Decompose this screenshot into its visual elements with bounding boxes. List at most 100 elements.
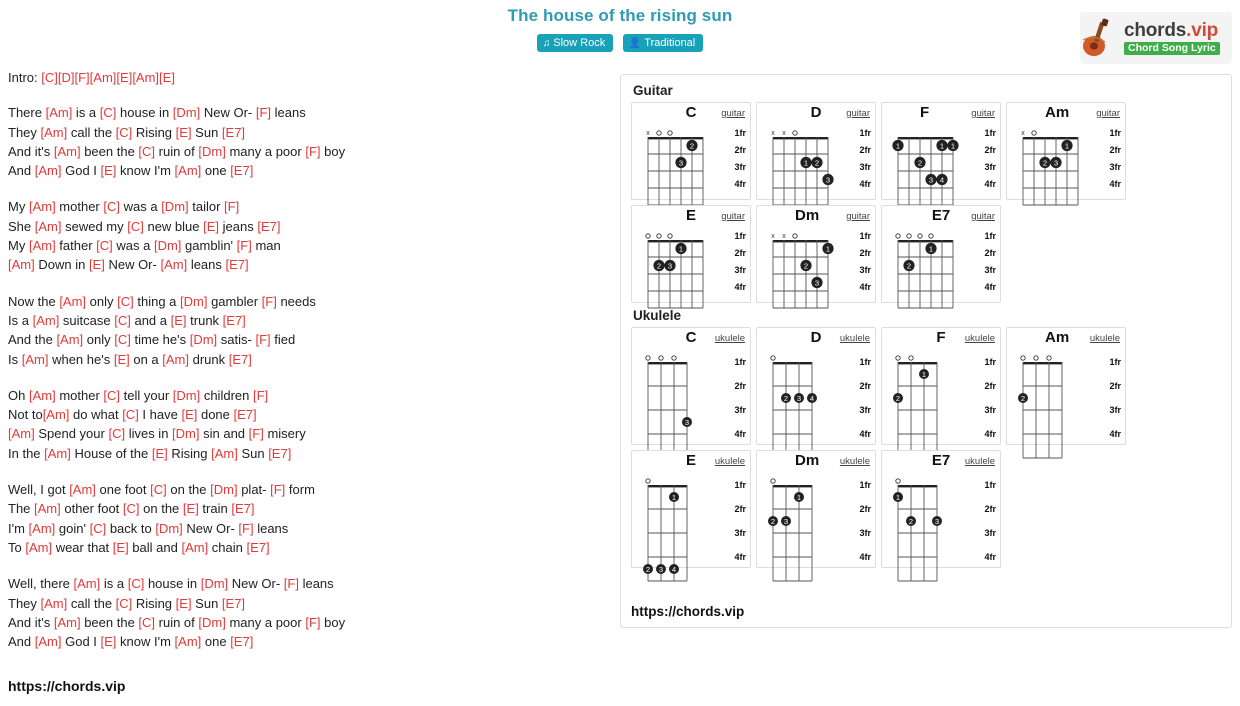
instrument-label[interactable]: guitar xyxy=(846,211,870,222)
chord-token: [Dm] xyxy=(210,482,238,498)
chord-token: [Dm] xyxy=(172,426,200,442)
verse: Oh [Am] mother [C] tell your [Dm] childr… xyxy=(8,386,608,463)
chord-token: [Am] xyxy=(40,124,68,140)
lyrics-column: Intro: [C][D][F][Am][E][Am][E] There [Am… xyxy=(8,68,608,668)
fret-labels: 1fr 2fr 3fr 4fr xyxy=(984,232,996,300)
chord-token: [Am] xyxy=(89,70,117,85)
chord-card-ukulele-Dm[interactable]: Dm ukulele 2 3 1 1fr 2fr 3fr 4fr xyxy=(756,450,876,582)
svg-text:1: 1 xyxy=(896,141,900,150)
ukulele-icon xyxy=(1080,18,1124,58)
svg-text:2: 2 xyxy=(646,565,650,574)
chord-card-ukulele-Am[interactable]: Am ukulele 2 1fr 2fr 3fr 4fr xyxy=(1006,327,1126,459)
fret-label: 4fr xyxy=(984,552,996,562)
chord-card-guitar-E[interactable]: Eguitar 1 2 3 1fr 2fr 3fr 4fr xyxy=(631,205,751,309)
chord-token: [F] xyxy=(238,520,254,536)
chord-token: [D] xyxy=(57,70,75,85)
instrument-label[interactable]: ukulele xyxy=(965,456,995,467)
chord-token: [C] xyxy=(117,293,134,309)
instrument-label[interactable]: ukulele xyxy=(840,333,870,344)
svg-text:1: 1 xyxy=(929,244,933,253)
chord-token: [Am] xyxy=(34,634,62,650)
chord-grid: xx 123 xyxy=(765,127,836,209)
svg-text:x: x xyxy=(771,233,775,240)
chord-card-guitar-F[interactable]: Fguitar 1 1 1 2 3 4 1fr 2fr 3fr 4fr xyxy=(881,102,1001,206)
chord-token: [C] xyxy=(114,312,131,328)
instrument-label[interactable]: ukulele xyxy=(840,456,870,467)
panel-site-link[interactable]: https://chords.vip xyxy=(631,604,744,619)
chord-card-guitar-Am[interactable]: Am guitar x 1 2 3 1fr 2fr 3fr 4fr xyxy=(1006,102,1126,206)
instrument-label[interactable]: guitar xyxy=(1096,108,1120,119)
chord-token: [E7] xyxy=(230,634,254,650)
chord-row: Cguitar x 2 3 1fr 2fr 3fr 4fr Dguitar x x 1 2 3 1fr 2fr… xyxy=(631,102,1221,206)
chord-token: [E] xyxy=(175,595,192,611)
instrument-label[interactable]: guitar xyxy=(971,211,995,222)
fret-label: 1fr xyxy=(984,480,996,490)
fret-label: 3fr xyxy=(1109,405,1121,415)
chord-token: [E7] xyxy=(230,163,254,179)
instrument-label[interactable]: ukulele xyxy=(715,456,745,467)
fret-label: 2fr xyxy=(984,248,996,258)
svg-text:2: 2 xyxy=(784,394,788,403)
brand-tld: .vip xyxy=(1186,19,1219,41)
chord-token: [E] xyxy=(170,312,187,328)
chord-token: [F] xyxy=(305,614,321,630)
fret-labels: 1fr 2fr 3fr 4fr xyxy=(859,358,871,454)
svg-text:4: 4 xyxy=(940,175,944,184)
chord-grid: 12 xyxy=(890,230,961,312)
fret-label: 3fr xyxy=(859,265,871,275)
chord-token: [Am] xyxy=(28,238,56,254)
chord-token: [F] xyxy=(283,576,299,592)
svg-text:x: x xyxy=(646,130,650,137)
lyric-line: Well, I got [Am] one foot [C] on the [Dm… xyxy=(8,482,315,498)
fret-label: 1fr xyxy=(984,231,996,241)
fret-label: 4fr xyxy=(984,282,996,292)
instrument-label[interactable]: ukulele xyxy=(715,333,745,344)
instrument-label[interactable]: guitar xyxy=(846,108,870,119)
chord-card-guitar-C[interactable]: Cguitar x 2 3 1fr 2fr 3fr 4fr xyxy=(631,102,751,206)
fret-label: 3fr xyxy=(859,405,871,415)
instrument-label[interactable]: guitar xyxy=(721,108,745,119)
fret-label: 3fr xyxy=(734,265,746,275)
chord-token: [F] xyxy=(255,332,271,348)
instrument-label[interactable]: guitar xyxy=(721,211,745,222)
instrument-label[interactable]: ukulele xyxy=(1090,333,1120,344)
chord-token: [Dm] xyxy=(180,293,208,309)
fret-label: 1fr xyxy=(1109,357,1121,367)
chord-token: [E] xyxy=(116,70,133,85)
chord-token: [Am] xyxy=(25,539,53,555)
chord-card-guitar-Dm[interactable]: Dm guitar x x 1 2 3 1fr 2fr 3fr 4fr xyxy=(756,205,876,309)
lyric-line: My [Am] father [C] was a [Dm] gamblin' [… xyxy=(8,238,281,254)
chord-token: [E] xyxy=(112,539,129,555)
lyric-line: I'm [Am] goin' [C] back to [Dm] New Or- … xyxy=(8,520,289,536)
svg-text:2: 2 xyxy=(907,261,911,270)
chord-token: [C] xyxy=(150,482,167,498)
chord-card-guitar-D[interactable]: Dguitar x x 1 2 3 1fr 2fr 3fr 4fr xyxy=(756,102,876,206)
chord-card-ukulele-D[interactable]: Dukulele 2 3 4 1fr 2fr 3fr 4fr xyxy=(756,327,876,459)
chord-token: [E] xyxy=(203,218,220,234)
lyric-line: To [Am] wear that [E] ball and [Am] chai… xyxy=(8,539,270,555)
chord-card-ukulele-E[interactable]: Eukulele 1 2 3 4 1fr 2fr 3fr 4fr xyxy=(631,450,751,582)
chord-token: [Dm] xyxy=(198,614,226,630)
instrument-label[interactable]: guitar xyxy=(971,108,995,119)
svg-text:3: 3 xyxy=(797,394,801,403)
metronome-icon: ♫ xyxy=(542,38,551,49)
fret-labels: 1fr 2fr 3fr 4fr xyxy=(1109,358,1121,454)
chord-token: [C] xyxy=(122,407,139,423)
chord-token: [F] xyxy=(270,482,286,498)
chord-card-ukulele-F[interactable]: Fukulele 1 2 1fr 2fr 3fr 4fr xyxy=(881,327,1001,459)
lyric-line: [Am] Spend your [C] lives in [Dm] sin an… xyxy=(8,426,306,442)
svg-text:1: 1 xyxy=(922,370,926,379)
chord-grid: x 23 xyxy=(640,127,711,209)
brand-logo[interactable]: chords.vip Chord Song Lyric xyxy=(1080,12,1232,64)
lyric-line: Now the [Am] only [C] thing a [Dm] gambl… xyxy=(8,293,316,309)
fret-label: 4fr xyxy=(1109,179,1121,189)
chord-card-ukulele-C[interactable]: Cukulele 3 1fr 2fr 3fr 4fr xyxy=(631,327,751,459)
fret-label: 2fr xyxy=(984,381,996,391)
instrument-label[interactable]: ukulele xyxy=(965,333,995,344)
fret-label: 4fr xyxy=(734,179,746,189)
chord-token: [Am] xyxy=(211,445,238,461)
lyric-line: She [Am] sewed my [C] new blue [E] jeans… xyxy=(8,218,281,234)
footer-site-link[interactable]: https://chords.vip xyxy=(8,678,125,694)
chord-card-guitar-E7[interactable]: E7 guitar 1 2 1fr 2fr 3fr 4fr xyxy=(881,205,1001,309)
chord-card-ukulele-E7[interactable]: E7 ukulele 1 2 3 1fr 2fr 3fr 4fr xyxy=(881,450,1001,582)
